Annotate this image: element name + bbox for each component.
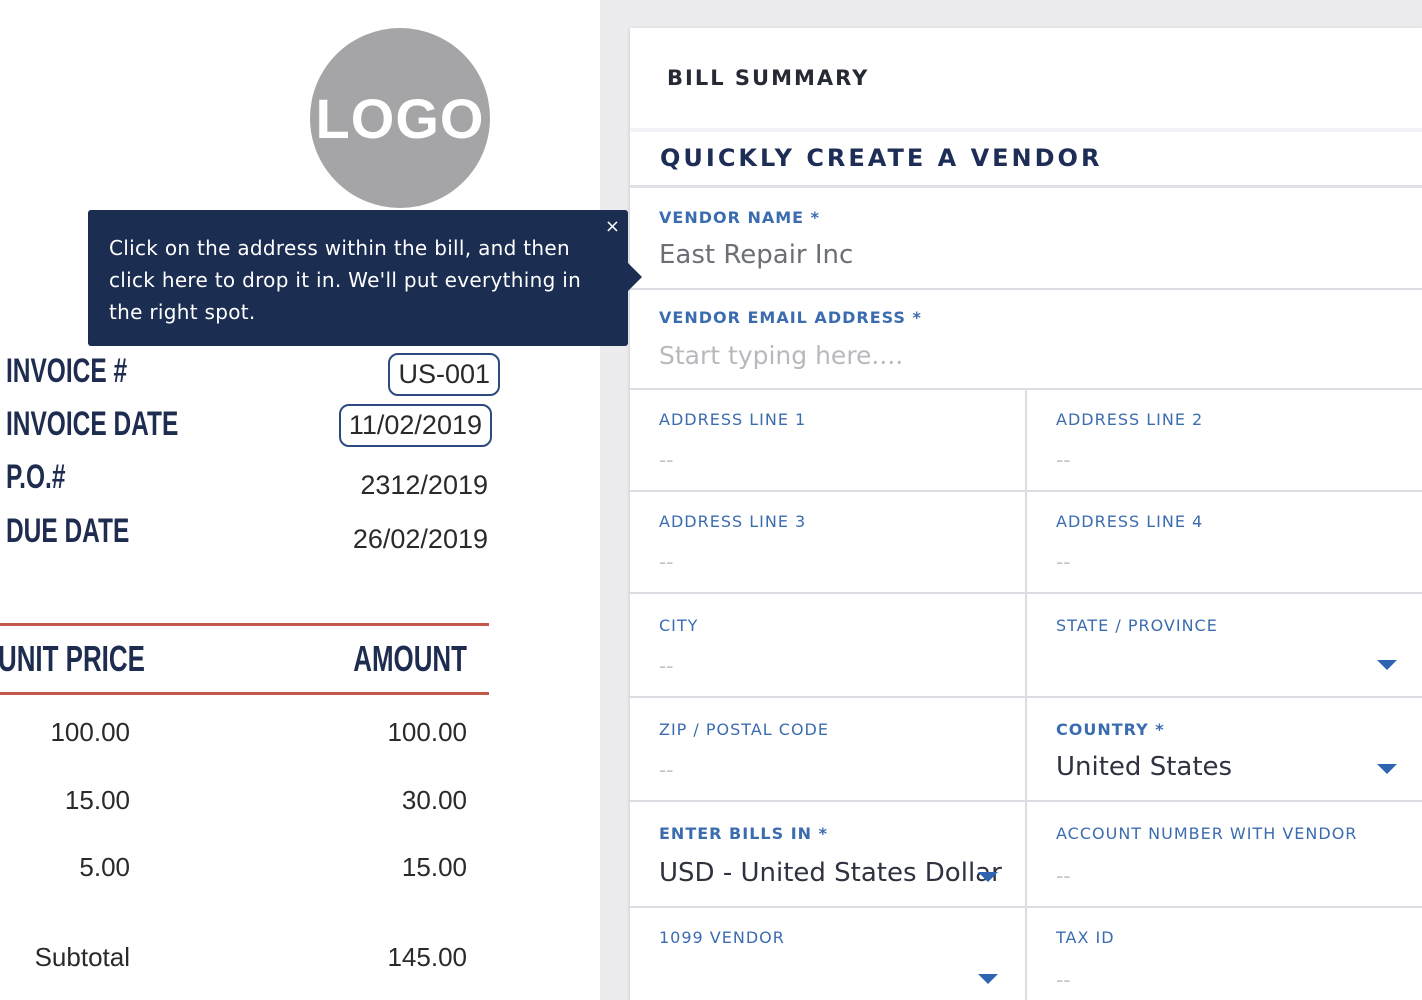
currency-label: ENTER BILLS IN * xyxy=(659,824,828,843)
vendor-1099-tax-row: 1099 VENDOR TAX ID -- xyxy=(630,908,1422,1000)
zip-country-row: ZIP / POSTAL CODE -- COUNTRY * United St… xyxy=(630,698,1422,802)
account-number-input[interactable]: -- xyxy=(1056,864,1070,888)
zip-field[interactable]: ZIP / POSTAL CODE -- xyxy=(630,698,1025,800)
table-bottom-rule xyxy=(0,692,489,695)
address-line-1-input[interactable]: -- xyxy=(659,448,673,472)
address-line-2-field[interactable]: ADDRESS LINE 2 -- xyxy=(1025,390,1422,490)
state-dropdown-caret-icon[interactable] xyxy=(1377,660,1397,670)
vendor-1099-field[interactable]: 1099 VENDOR xyxy=(630,908,1025,1000)
vendor-email-row: VENDOR EMAIL ADDRESS * Start typing here… xyxy=(630,290,1422,390)
tax-id-input[interactable]: -- xyxy=(1056,968,1070,992)
address-line-2-label: ADDRESS LINE 2 xyxy=(1056,410,1204,429)
vendor-1099-label: 1099 VENDOR xyxy=(659,928,785,947)
amount-cell[interactable]: 30.00 xyxy=(402,785,467,816)
due-date-value[interactable]: 26/02/2019 xyxy=(353,524,488,555)
address-line-1-field[interactable]: ADDRESS LINE 1 -- xyxy=(630,390,1025,490)
address-row-2: ADDRESS LINE 3 -- ADDRESS LINE 4 -- xyxy=(630,492,1422,594)
address-line-3-field[interactable]: ADDRESS LINE 3 -- xyxy=(630,492,1025,592)
country-select[interactable]: United States xyxy=(1056,752,1232,782)
city-state-row: CITY -- STATE / PROVINCE xyxy=(630,594,1422,698)
city-label: CITY xyxy=(659,616,699,635)
logo-text: LOGO xyxy=(315,86,485,150)
vendor-form: QUICKLY CREATE A VENDOR VENDOR NAME * Ea… xyxy=(630,132,1422,1000)
vendor-1099-dropdown-caret-icon[interactable] xyxy=(978,974,998,984)
tooltip-line: click here to drop it in. We'll put ever… xyxy=(109,268,582,292)
invoice-preview: LOGO INVOICE # US-001 INVOICE DATE 11/02… xyxy=(0,0,600,1000)
currency-dropdown-caret-icon[interactable] xyxy=(978,872,998,882)
subtotal-value[interactable]: 145.00 xyxy=(387,942,467,973)
state-label: STATE / PROVINCE xyxy=(1056,616,1218,635)
address-line-3-input[interactable]: -- xyxy=(659,550,673,574)
tooltip-line: Click on the address within the bill, an… xyxy=(109,236,570,260)
po-number-label: P.O.# xyxy=(6,458,66,496)
subtotal-label: Subtotal xyxy=(34,942,130,972)
unit-price-header: UNIT PRICE xyxy=(0,638,145,679)
amount-cell[interactable]: 100.00 xyxy=(387,717,467,748)
address-line-4-label: ADDRESS LINE 4 xyxy=(1056,512,1204,531)
vendor-name-field[interactable]: VENDOR NAME * East Repair Inc xyxy=(630,188,1422,288)
bill-summary-panel: BILL SUMMARY QUICKLY CREATE A VENDOR VEN… xyxy=(630,28,1422,1000)
address-line-4-input[interactable]: -- xyxy=(1056,550,1070,574)
vendor-name-row: VENDOR NAME * East Repair Inc xyxy=(630,188,1422,290)
close-icon[interactable]: × xyxy=(605,216,620,237)
invoice-date-value[interactable]: 11/02/2019 xyxy=(338,404,492,447)
table-top-rule xyxy=(0,623,489,626)
due-date-label: DUE DATE xyxy=(6,512,130,550)
city-input[interactable]: -- xyxy=(659,654,673,678)
form-header: QUICKLY CREATE A VENDOR xyxy=(630,132,1422,188)
invoice-date-label: INVOICE DATE xyxy=(6,405,179,443)
address-row-1: ADDRESS LINE 1 -- ADDRESS LINE 2 -- xyxy=(630,390,1422,492)
tooltip-line: the right spot. xyxy=(109,300,256,324)
invoice-number-value[interactable]: US-001 xyxy=(388,353,500,396)
address-line-3-label: ADDRESS LINE 3 xyxy=(659,512,807,531)
vendor-email-label: VENDOR EMAIL ADDRESS * xyxy=(659,308,922,327)
unit-price-cell[interactable]: 15.00 xyxy=(65,785,130,816)
currency-select[interactable]: USD - United States Dollar xyxy=(659,858,1002,888)
address-line-4-field[interactable]: ADDRESS LINE 4 -- xyxy=(1025,492,1422,592)
po-number-value[interactable]: 2312/2019 xyxy=(360,470,488,501)
vendor-email-field[interactable]: VENDOR EMAIL ADDRESS * Start typing here… xyxy=(630,290,1422,388)
vendor-name-label: VENDOR NAME * xyxy=(659,208,821,227)
form-title: QUICKLY CREATE A VENDOR xyxy=(660,144,1103,172)
tax-id-field[interactable]: TAX ID -- xyxy=(1025,908,1422,1000)
currency-account-row: ENTER BILLS IN * USD - United States Dol… xyxy=(630,802,1422,908)
city-field[interactable]: CITY -- xyxy=(630,594,1025,696)
country-field[interactable]: COUNTRY * United States xyxy=(1025,698,1422,800)
amount-header: AMOUNT xyxy=(353,638,467,679)
country-label: COUNTRY * xyxy=(1056,720,1165,739)
account-number-field[interactable]: ACCOUNT NUMBER WITH VENDOR -- xyxy=(1025,802,1422,906)
tax-id-label: TAX ID xyxy=(1056,928,1115,947)
invoice-number-label: INVOICE # xyxy=(6,352,128,390)
vendor-email-input[interactable]: Start typing here.... xyxy=(659,341,903,370)
country-dropdown-caret-icon[interactable] xyxy=(1377,764,1397,774)
address-drop-tooltip: × Click on the address within the bill, … xyxy=(88,210,642,346)
zip-input[interactable]: -- xyxy=(659,758,673,782)
tooltip-text: Click on the address within the bill, an… xyxy=(109,232,598,328)
panel-title: BILL SUMMARY xyxy=(667,66,870,90)
account-number-label: ACCOUNT NUMBER WITH VENDOR xyxy=(1056,824,1358,843)
logo-placeholder: LOGO xyxy=(310,28,490,208)
amount-cell[interactable]: 15.00 xyxy=(402,852,467,883)
unit-price-cell[interactable]: 100.00 xyxy=(50,717,130,748)
vendor-name-input[interactable]: East Repair Inc xyxy=(659,240,853,270)
address-line-1-label: ADDRESS LINE 1 xyxy=(659,410,807,429)
address-line-2-input[interactable]: -- xyxy=(1056,448,1070,472)
zip-label: ZIP / POSTAL CODE xyxy=(659,720,829,739)
state-field[interactable]: STATE / PROVINCE xyxy=(1025,594,1422,696)
unit-price-cell[interactable]: 5.00 xyxy=(79,852,130,883)
currency-field[interactable]: ENTER BILLS IN * USD - United States Dol… xyxy=(630,802,1025,906)
